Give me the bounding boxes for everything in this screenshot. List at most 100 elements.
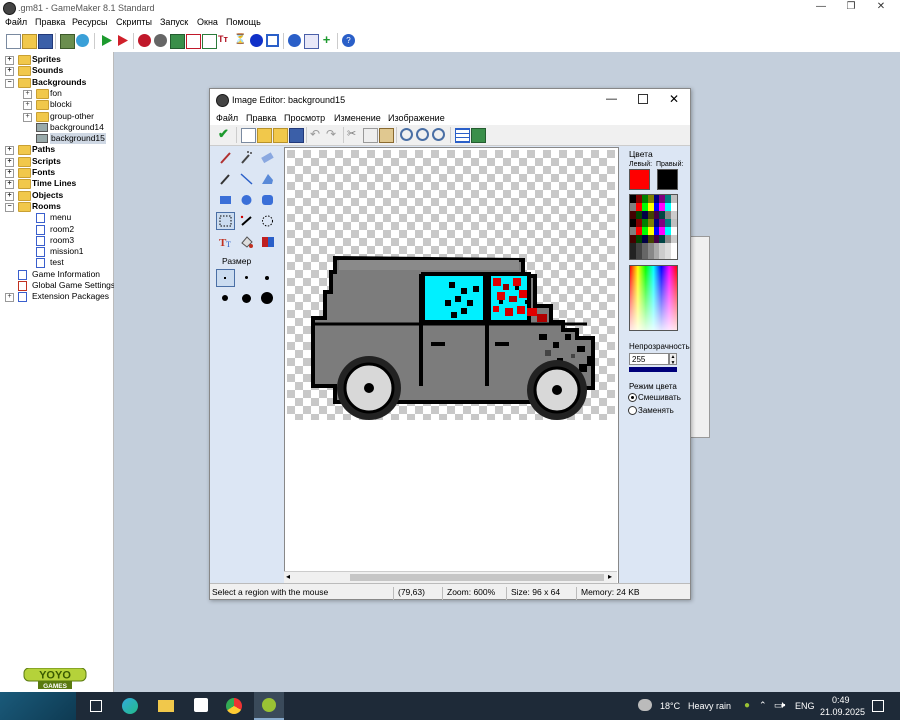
ellipse-icon[interactable]	[237, 191, 256, 209]
restore-button[interactable]: ❐	[836, 0, 866, 15]
palette-swatch[interactable]	[671, 243, 677, 251]
toggle-grid-icon[interactable]	[455, 128, 470, 143]
weather-text[interactable]: Heavy rain	[688, 701, 731, 711]
zoom-reset-icon[interactable]	[416, 128, 429, 141]
scroll-right-arrow[interactable]: ▸	[608, 572, 612, 581]
file-explorer-icon[interactable]	[158, 700, 174, 712]
palette-swatch[interactable]	[671, 235, 677, 243]
palette-swatch[interactable]	[671, 203, 677, 211]
text-tool-icon[interactable]: TT	[216, 233, 235, 251]
collapse-icon[interactable]: −	[5, 202, 14, 212]
expand-icon[interactable]: +	[23, 112, 32, 122]
image-canvas-area[interactable]	[284, 147, 619, 584]
opacity-stepper[interactable]: ▲ ▼	[669, 353, 677, 366]
start-button-icon[interactable]	[0, 692, 76, 720]
tree-item[interactable]: + blocki	[0, 99, 112, 111]
color-picker-icon[interactable]	[216, 170, 235, 188]
run-icon[interactable]	[100, 34, 113, 47]
tree-item[interactable]: room3	[0, 235, 112, 246]
right-color-swatch[interactable]	[657, 169, 678, 190]
store-icon[interactable]	[194, 698, 208, 712]
left-color-swatch[interactable]	[629, 169, 650, 190]
lasso-select-icon[interactable]	[258, 212, 277, 230]
tree-item[interactable]: − Rooms	[0, 201, 112, 212]
tree-item[interactable]: + Time Lines	[0, 178, 112, 190]
expand-icon[interactable]: +	[5, 191, 14, 201]
confirm-checkmark-icon[interactable]: ✔	[218, 127, 231, 141]
debug-run-icon[interactable]	[116, 34, 129, 47]
resource-tree[interactable]: + Sprites + Sounds − Backgrounds + fon + blocki + g…	[0, 52, 115, 692]
tree-item[interactable]: test	[0, 257, 112, 269]
menu-windows[interactable]: Окна	[197, 17, 218, 27]
fill-bucket-icon[interactable]	[237, 233, 256, 251]
close-button[interactable]: ✕	[866, 0, 896, 15]
rounded-rectangle-icon[interactable]	[258, 191, 277, 209]
brush-size-1[interactable]	[216, 269, 235, 287]
expand-icon[interactable]: +	[5, 180, 14, 190]
tree-item[interactable]: mission1	[0, 246, 112, 258]
add-timeline-icon[interactable]: ⏳	[234, 34, 247, 47]
rectangle-icon[interactable]	[216, 191, 235, 209]
image-preview-icon[interactable]	[471, 128, 486, 143]
help-icon[interactable]: ?	[342, 34, 355, 47]
tree-item[interactable]: Game Information	[0, 269, 112, 280]
game-information-icon[interactable]	[288, 34, 301, 47]
expand-icon[interactable]: +	[23, 89, 32, 99]
cut-icon[interactable]: ✂	[347, 128, 360, 141]
brush-size-3[interactable]	[258, 269, 277, 287]
image-editor-window[interactable]: Image Editor: background15 — ✕ Файл Прав…	[209, 88, 691, 600]
pencil-icon[interactable]	[216, 149, 235, 167]
menu-scripts[interactable]: Скрипты	[116, 17, 152, 27]
magic-wand-icon[interactable]	[237, 212, 256, 230]
eraser-icon[interactable]	[258, 149, 277, 167]
editor-menu-edit[interactable]: Правка	[246, 113, 276, 123]
brush-size-6[interactable]	[258, 290, 277, 308]
language-indicator[interactable]: ENG	[795, 701, 815, 711]
add-sound-icon[interactable]	[154, 34, 167, 47]
clock-time[interactable]: 0:49	[832, 695, 850, 705]
change-color-icon[interactable]	[258, 233, 277, 251]
open-folder-icon[interactable]	[22, 34, 37, 49]
brush-size-5[interactable]	[237, 290, 256, 308]
editor-menu-image[interactable]: Изображение	[388, 113, 445, 123]
editor-maximize-button[interactable]	[638, 94, 648, 104]
redo-icon[interactable]: ↷	[326, 128, 339, 141]
palette-swatch[interactable]	[671, 219, 677, 227]
add-path-icon[interactable]	[186, 34, 201, 49]
expand-icon[interactable]: +	[5, 169, 14, 178]
clock-date[interactable]: 21.09.2025	[820, 707, 865, 717]
zoom-in-icon[interactable]	[432, 128, 445, 141]
save-icon[interactable]	[38, 34, 53, 49]
add-extension-icon[interactable]: +	[320, 33, 333, 47]
expand-icon[interactable]: +	[5, 146, 14, 156]
tree-item[interactable]: + fon	[0, 88, 112, 99]
chrome-icon[interactable]	[226, 698, 242, 714]
add-background-icon[interactable]	[170, 34, 185, 49]
tree-item[interactable]: + Sprites	[0, 54, 112, 65]
brush-size-2[interactable]	[237, 269, 256, 287]
open-folder-icon[interactable]	[273, 128, 288, 143]
blend-radio[interactable]	[628, 393, 637, 402]
expand-icon[interactable]: +	[5, 67, 14, 77]
brush-size-4[interactable]	[216, 290, 235, 308]
expand-icon[interactable]: +	[5, 157, 14, 167]
color-spectrum[interactable]	[629, 265, 678, 331]
add-font-icon[interactable]: Tт	[218, 34, 231, 47]
menu-run[interactable]: Запуск	[160, 17, 188, 27]
palette-swatch[interactable]	[671, 195, 677, 203]
task-view-icon[interactable]	[90, 700, 102, 712]
expand-icon[interactable]: +	[5, 56, 14, 65]
opacity-input[interactable]: 255	[629, 353, 669, 365]
tree-item[interactable]: − Backgrounds	[0, 77, 112, 88]
weather-temp[interactable]: 18°C	[660, 701, 680, 711]
tree-item[interactable]: Global Game Settings	[0, 280, 115, 291]
new-image-icon[interactable]	[241, 128, 256, 143]
tree-item[interactable]: background14	[0, 122, 112, 133]
expand-icon[interactable]: +	[23, 101, 32, 111]
menu-help[interactable]: Помощь	[226, 17, 261, 27]
tree-item[interactable]: + Paths	[0, 144, 112, 156]
paste-icon[interactable]	[379, 128, 394, 143]
save-icon[interactable]	[289, 128, 304, 143]
tree-item[interactable]: + Objects	[0, 190, 112, 201]
notifications-icon[interactable]	[872, 700, 884, 712]
